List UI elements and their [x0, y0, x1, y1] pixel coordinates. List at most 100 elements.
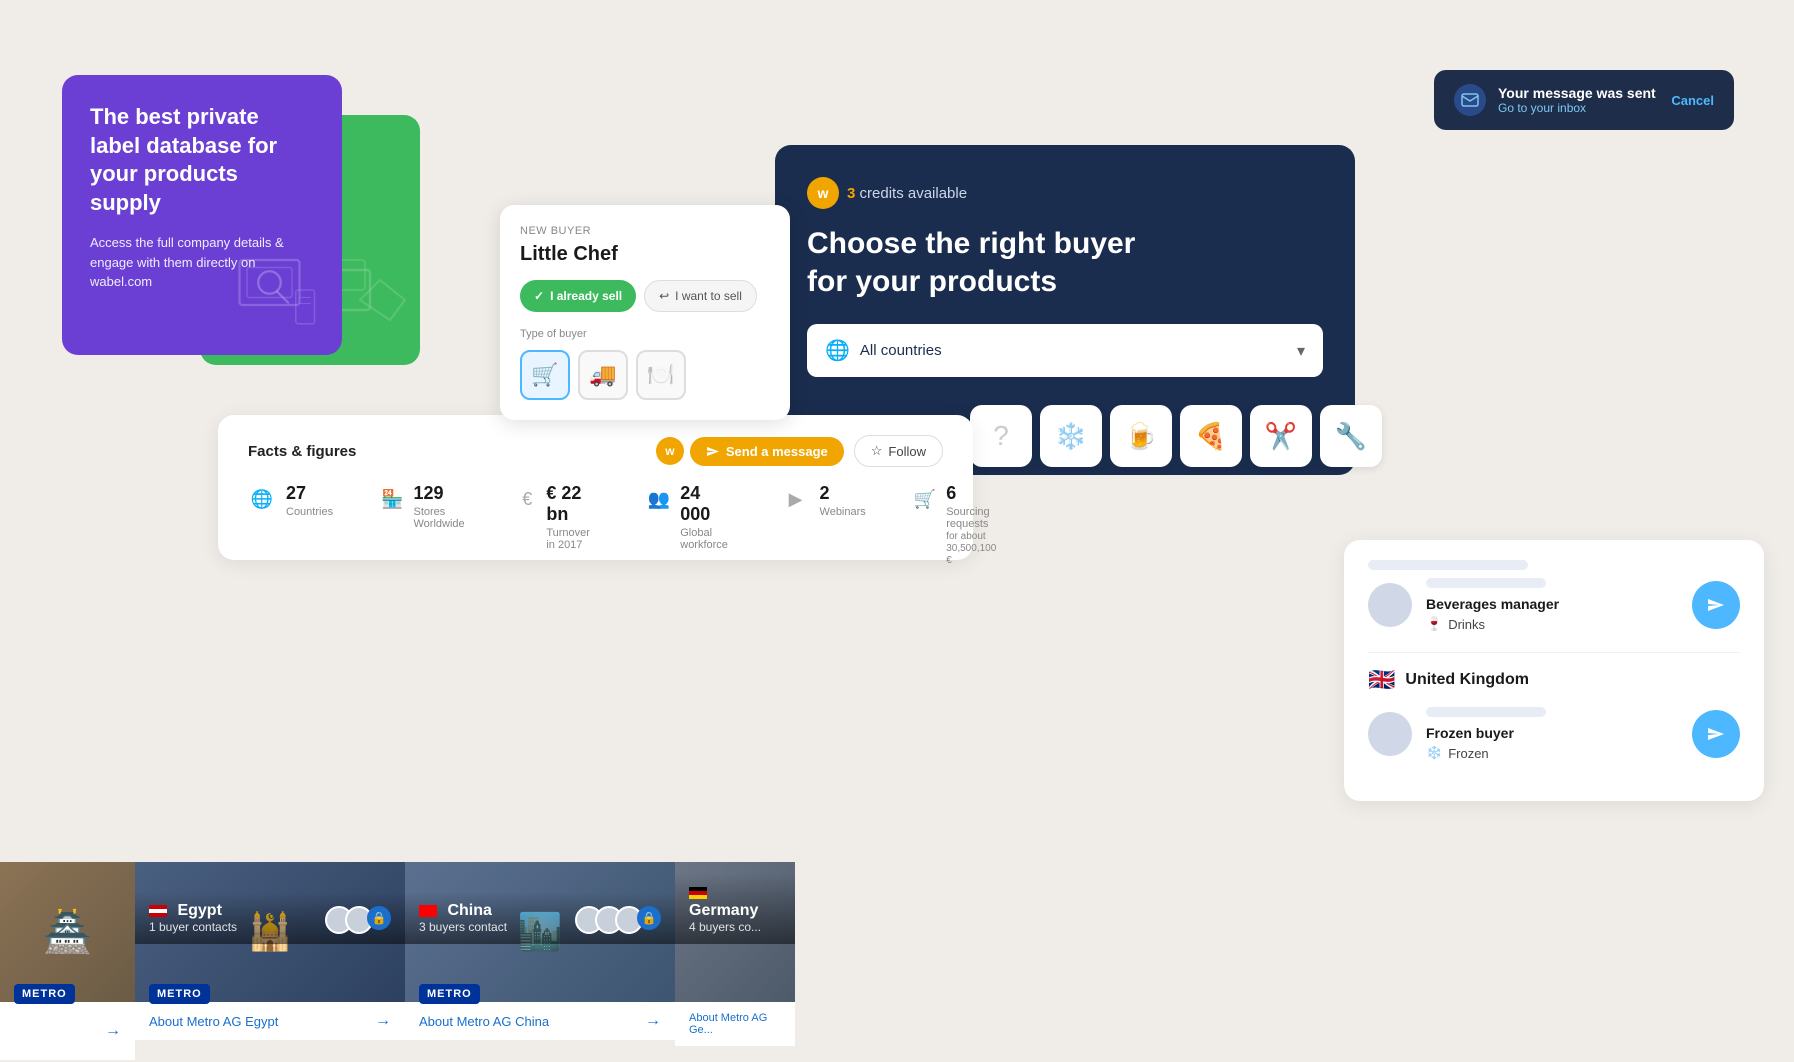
new-buyer-label: New buyer	[520, 225, 770, 237]
purple-promo-card: The best private label database for your…	[62, 75, 342, 355]
country-card-japan[interactable]: 🏯 METRO →	[0, 862, 135, 1062]
stat-sourcing: 🛒 6 Sourcing requestsfor about 30,500,10…	[914, 483, 1002, 566]
arrow-right-icon: →	[105, 1022, 121, 1040]
stores-label: Stores Worldwide	[414, 506, 471, 530]
already-sell-button[interactable]: ✓ I already sell	[520, 280, 636, 312]
countries-label: Countries	[286, 506, 333, 518]
people-stat-icon: 👥	[648, 485, 670, 513]
egypt-footer: About Metro AG Egypt →	[135, 1002, 405, 1040]
china-avatars	[575, 906, 635, 934]
section-divider	[1368, 652, 1740, 653]
want-to-sell-button[interactable]: ↩ I want to sell	[644, 280, 757, 312]
send-msg-avatar: w	[656, 437, 684, 465]
china-footer: About Metro AG China →	[405, 1002, 675, 1040]
toast-title: Your message was sent	[1498, 85, 1659, 101]
purple-card-illustration	[232, 245, 322, 335]
sourcing-value: 6	[946, 483, 1002, 504]
frozen-buyer-avatar	[1368, 712, 1412, 756]
send-message-button[interactable]: Send a message	[690, 437, 844, 466]
country-select-value: 🌐 All countries	[825, 338, 942, 363]
follow-button[interactable]: ☆ Follow	[854, 435, 943, 467]
sourcing-label: Sourcing requestsfor about 30,500,100 €	[946, 506, 1002, 566]
china-lock-icon: 🔒	[637, 906, 661, 930]
countries-value: 27	[286, 483, 333, 504]
china-metro-logo: METRO	[419, 984, 480, 1004]
uk-frozen-section: 🇬🇧 United Kingdom Frozen buyer ❄️ Frozen	[1368, 667, 1740, 761]
germany-overlay: Germany 4 buyers co...	[675, 874, 795, 944]
stores-value: 129	[414, 483, 471, 504]
globe-icon: 🌐	[825, 338, 850, 363]
country-card-egypt[interactable]: 🕌 Egypt 1 buyer contacts 🔒 METRO	[135, 862, 405, 1062]
chevron-down-icon: ▾	[1297, 341, 1305, 361]
frozen-buyer-role: Frozen buyer	[1426, 725, 1692, 741]
toast-subtitle: Go to your inbox	[1498, 101, 1659, 115]
frozen-message-button[interactable]	[1692, 710, 1740, 758]
uk-drinks-section: Beverages manager 🍷 Drinks	[1368, 560, 1740, 632]
beverages-buyer-info: Beverages manager 🍷 Drinks	[1426, 578, 1692, 632]
credits-badge: w 3 credits available	[807, 177, 1323, 209]
toast-mail-icon	[1454, 84, 1486, 116]
uk-country-name: United Kingdom	[1405, 671, 1529, 689]
country-cards-row: 🏯 METRO → 🕌 Egypt 1 buyer contacts	[0, 862, 795, 1062]
china-link[interactable]: About Metro AG China	[419, 1014, 549, 1029]
buyer-name: Little Chef	[520, 243, 770, 266]
cat-icon-drinks[interactable]: 🍺	[1110, 405, 1172, 467]
cat-icon-pizza[interactable]: 🍕	[1180, 405, 1242, 467]
beverages-message-button[interactable]	[1692, 581, 1740, 629]
frozen-buyer-tag: ❄️ Frozen	[1426, 745, 1692, 761]
cat-icon-tools[interactable]: 🔧	[1320, 405, 1382, 467]
buyer-type-basket[interactable]: 🛒	[520, 350, 570, 400]
buyer-type-restaurant[interactable]: 🍽️	[636, 350, 686, 400]
buyer-name-placeholder	[1426, 578, 1546, 588]
frozen-buyer-info: Frozen buyer ❄️ Frozen	[1426, 707, 1692, 761]
stat-webinars-data: 2 Webinars	[820, 483, 866, 518]
stat-countries: 🌐 27 Countries	[248, 483, 333, 566]
country-card-germany[interactable]: Germany 4 buyers co... About Metro AG Ge…	[675, 862, 795, 1062]
germany-link[interactable]: About Metro AG Ge...	[689, 1012, 781, 1036]
egypt-lock-icon: 🔒	[367, 906, 391, 930]
country-card-japan-footer: →	[0, 1002, 135, 1060]
top-bar	[1368, 560, 1528, 570]
store-stat-icon: 🏪	[381, 485, 403, 513]
credits-text: 3 credits available	[847, 185, 967, 202]
toast-cancel-button[interactable]: Cancel	[1671, 93, 1714, 108]
stat-workforce: 👥 24 000 Global workforce	[648, 483, 734, 566]
country-select-dropdown[interactable]: 🌐 All countries ▾	[807, 324, 1323, 377]
workforce-value: 24 000	[680, 483, 733, 525]
facts-actions: w Send a message ☆ Follow	[656, 435, 943, 467]
cat-icon-question[interactable]: ?	[970, 405, 1032, 467]
buyer-type-label: Type of buyer	[520, 328, 770, 340]
stat-stores: 🏪 129 Stores Worldwide	[381, 483, 470, 566]
video-stat-icon: ▶	[782, 485, 810, 513]
metro-logo-japan: METRO	[14, 984, 75, 1004]
stat-workforce-data: 24 000 Global workforce	[680, 483, 733, 551]
stat-turnover-data: € 22 bn Turnover in 2017	[546, 483, 600, 551]
frozen-buyer-name-placeholder	[1426, 707, 1546, 717]
stat-turnover: € € 22 bn Turnover in 2017	[518, 483, 600, 566]
egypt-metro-logo: METRO	[149, 984, 210, 1004]
euro-stat-icon: €	[518, 485, 536, 513]
beverages-buyer-role: Beverages manager	[1426, 596, 1692, 612]
egypt-link[interactable]: About Metro AG Egypt	[149, 1014, 278, 1029]
facts-stats: 🌐 27 Countries 🏪 129 Stores Worldwide € …	[248, 483, 943, 566]
right-buyer-panel: Beverages manager 🍷 Drinks 🇬🇧 United Kin…	[1344, 540, 1764, 801]
buyer-type-truck[interactable]: 🚚	[578, 350, 628, 400]
beverages-buyer-tag: 🍷 Drinks	[1426, 616, 1692, 632]
stat-sourcing-data: 6 Sourcing requestsfor about 30,500,100 …	[946, 483, 1002, 566]
egypt-arrow-icon: →	[375, 1012, 391, 1030]
uk-flag: 🇬🇧	[1368, 667, 1395, 693]
frozen-buyer-row: Frozen buyer ❄️ Frozen	[1368, 707, 1740, 761]
turnover-value: € 22 bn	[546, 483, 600, 525]
buyer-type-icons: 🛒 🚚 🍽️	[520, 350, 770, 400]
china-arrow-icon: →	[645, 1012, 661, 1030]
cat-icon-scissors[interactable]: ✂️	[1250, 405, 1312, 467]
workforce-label: Global workforce	[680, 527, 733, 551]
germany-footer: About Metro AG Ge...	[675, 1002, 795, 1046]
webinars-value: 2	[820, 483, 866, 504]
country-card-china[interactable]: 🏙️ China 3 buyers contact 🔒 METRO About …	[405, 862, 675, 1062]
purple-card-title: The best private label database for your…	[90, 103, 314, 217]
webinars-label: Webinars	[820, 506, 866, 518]
toast-text-block: Your message was sent Go to your inbox	[1498, 85, 1659, 115]
cat-icon-frozen[interactable]: ❄️	[1040, 405, 1102, 467]
wabel-logo: w	[807, 177, 839, 209]
